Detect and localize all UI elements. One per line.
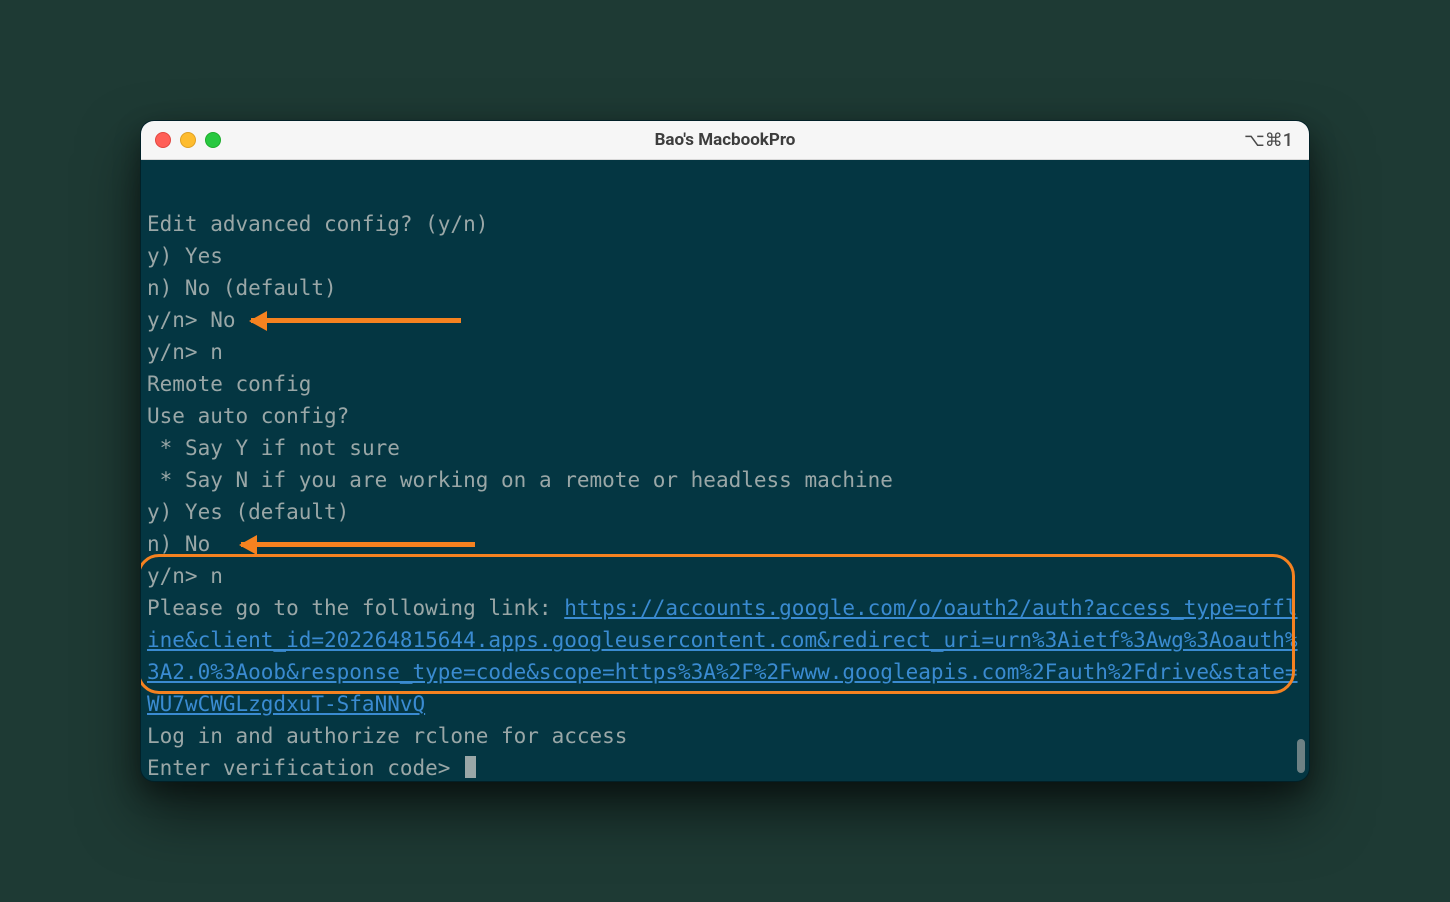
annotation-arrow-2 [241, 542, 475, 547]
terminal-line: n) No (default) [147, 276, 337, 300]
terminal-line: y) Yes (default) [147, 500, 349, 524]
terminal-line: n) No [147, 532, 210, 556]
terminal-line: Edit advanced config? (y/n) [147, 212, 488, 236]
terminal-line: y/n> n [147, 564, 223, 588]
link-prefix: Please go to the following link: [147, 596, 564, 620]
terminal-line: Use auto config? [147, 404, 349, 428]
close-icon[interactable] [155, 132, 171, 148]
terminal-line: * Say N if you are working on a remote o… [147, 468, 893, 492]
traffic-lights [141, 132, 221, 148]
annotation-arrow-1 [251, 318, 461, 323]
maximize-icon[interactable] [205, 132, 221, 148]
terminal-line: Log in and authorize rclone for access [147, 724, 627, 748]
window-title: Bao's MacbookPro [141, 130, 1309, 150]
titlebar: Bao's MacbookPro ⌥⌘1 [141, 121, 1309, 160]
terminal-line: Remote config [147, 372, 311, 396]
verification-code-prompt[interactable]: Enter verification code> [147, 756, 463, 780]
terminal-line: * Say Y if not sure [147, 436, 400, 460]
cursor-icon [465, 756, 476, 778]
terminal-line: y) Yes [147, 244, 223, 268]
terminal-body[interactable]: Edit advanced config? (y/n) y) Yes n) No… [141, 160, 1309, 781]
terminal-line: y/n> n [147, 340, 223, 364]
scrollbar-thumb[interactable] [1297, 739, 1305, 773]
window-shortcut: ⌥⌘1 [1244, 130, 1293, 151]
terminal-line: y/n> No [147, 308, 236, 332]
terminal-window: Bao's MacbookPro ⌥⌘1 Edit advanced confi… [140, 120, 1310, 782]
minimize-icon[interactable] [180, 132, 196, 148]
